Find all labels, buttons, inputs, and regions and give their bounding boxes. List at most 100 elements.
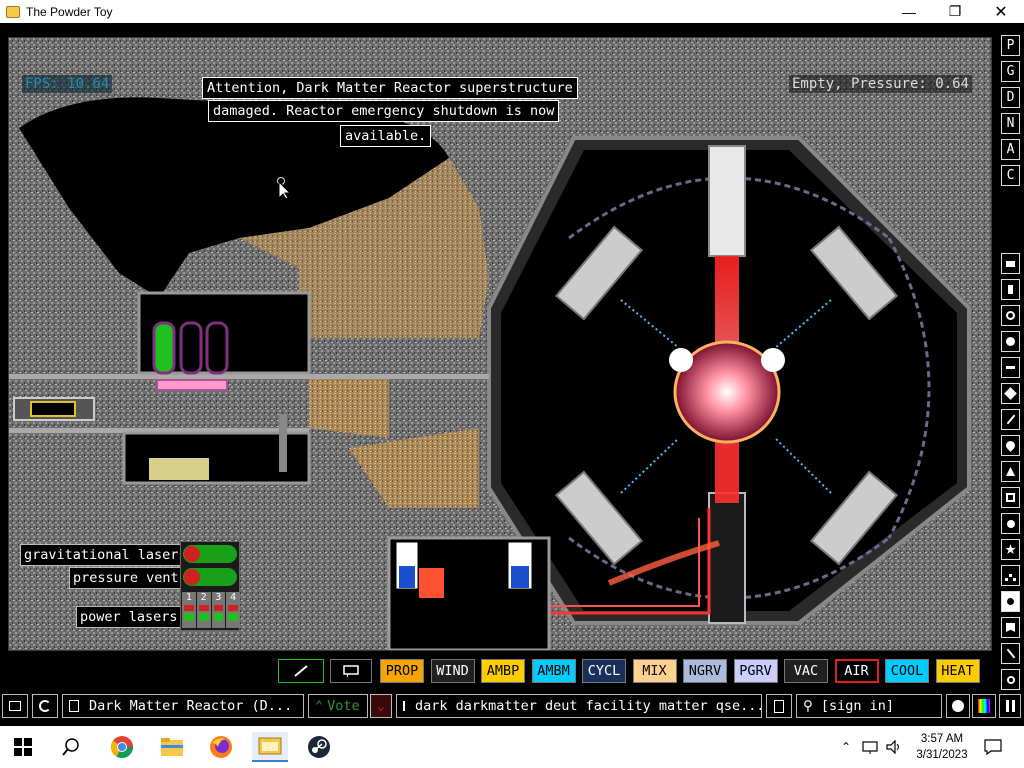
network-icon[interactable] — [858, 732, 882, 762]
folder-icon — [9, 701, 21, 711]
clock-date: 3/31/2023 — [916, 749, 968, 761]
clock-time: 3:57 AM — [920, 733, 964, 745]
maximize-button[interactable]: ❐ — [932, 0, 978, 23]
firefox-logo — [210, 736, 232, 758]
minimize-button[interactable]: — — [886, 0, 932, 23]
search-button[interactable] — [56, 732, 86, 762]
element-prop-button[interactable]: PROP — [380, 659, 424, 683]
save-name-field[interactable]: Dark Matter Reactor (D... — [62, 694, 304, 718]
tags-text: dark darkmatter deut facility matter qse… — [415, 698, 762, 714]
menu-button-c[interactable]: C — [1001, 165, 1020, 186]
save-icon — [69, 700, 79, 712]
element-mix-button[interactable]: MIX — [632, 659, 677, 683]
sign-tool-button[interactable] — [330, 659, 372, 683]
walls-icon[interactable] — [1001, 253, 1020, 274]
start-button[interactable] — [8, 732, 38, 762]
notice-line-3: available. — [340, 125, 432, 147]
gravitational-lasers-switch[interactable] — [183, 545, 237, 563]
powder-toy-logo — [258, 737, 282, 755]
power-laser-4-switch[interactable]: 4 — [226, 592, 240, 628]
life-icon[interactable] — [1001, 565, 1020, 586]
chrome-icon[interactable] — [107, 732, 137, 762]
gases-icon[interactable] — [1001, 409, 1020, 430]
sign-in-button[interactable]: ⚲ [sign in] — [796, 694, 942, 718]
renderer-button[interactable] — [946, 694, 970, 718]
element-ambm-button[interactable]: AMBM — [531, 659, 576, 683]
vote-up-button[interactable]: ⌃ Vote — [308, 694, 368, 718]
eyedropper-tool-button[interactable] — [278, 659, 324, 683]
element-pgrv-button[interactable]: PGRV — [733, 659, 778, 683]
close-button[interactable]: ✕ — [978, 0, 1024, 23]
powder-toy-app-icon — [6, 5, 20, 18]
folder-logo — [161, 738, 183, 756]
element-heat-button[interactable]: HEAT — [935, 659, 980, 683]
force-icon[interactable] — [1001, 357, 1020, 378]
volume-icon[interactable] — [882, 732, 906, 762]
vote-down-button[interactable]: ⌄ — [370, 694, 392, 718]
report-button[interactable] — [766, 694, 792, 718]
element-vac-button[interactable]: VAC — [784, 659, 828, 683]
power-laser-2-switch[interactable]: 2 — [196, 592, 211, 628]
windows-taskbar: ⌃ 3:57 AM 3/31/2023 — [0, 726, 1024, 768]
element-ngrv-button[interactable]: NGRV — [683, 659, 727, 683]
powder-toy-icon[interactable] — [252, 732, 288, 762]
element-wind-button[interactable]: WIND — [430, 659, 475, 683]
sign-icon — [343, 665, 359, 677]
notice-line-2: damaged. Reactor emergency shutdown is n… — [208, 100, 560, 122]
powders-icon[interactable] — [1001, 461, 1020, 482]
radioactive-icon[interactable] — [1001, 513, 1020, 534]
menu-button-d[interactable]: D — [1001, 87, 1020, 108]
notice-line-1: Attention, Dark Matter Reactor superstru… — [202, 77, 578, 99]
tags-field[interactable]: dark darkmatter deut facility matter qse… — [396, 694, 762, 718]
solids-icon[interactable] — [1001, 487, 1020, 508]
menu-button-a[interactable]: A — [1001, 139, 1020, 160]
show-hidden-icons-button[interactable]: ⌃ — [834, 732, 858, 762]
decoration-icon[interactable] — [1001, 643, 1020, 664]
firefox-icon[interactable] — [206, 732, 236, 762]
element-cycl-button[interactable]: CYCL — [582, 659, 626, 683]
tag-icon — [403, 701, 405, 711]
steam-icon[interactable] — [304, 732, 334, 762]
document-icon — [774, 699, 784, 713]
sensors-icon[interactable] — [1001, 331, 1020, 352]
power-laser-3-switch[interactable]: 3 — [211, 592, 226, 628]
chrome-logo — [110, 736, 133, 758]
reload-icon — [39, 700, 51, 712]
system-clock[interactable]: 3:57 AM 3/31/2023 — [912, 731, 972, 763]
element-ambp-button[interactable]: AMBP — [481, 659, 525, 683]
window-title: The Powder Toy — [26, 4, 113, 19]
reactor-control-panel: 1 2 3 4 — [180, 541, 240, 631]
element-cool-button[interactable]: COOL — [885, 659, 929, 683]
menu-button-n[interactable]: N — [1001, 113, 1020, 134]
reload-button[interactable] — [32, 694, 58, 718]
special-icon[interactable] — [1001, 539, 1020, 560]
gravitational-lasers-label: gravitational lasers — [20, 544, 191, 566]
menu-button-p[interactable]: P — [1001, 35, 1020, 56]
eyedropper-icon — [294, 665, 308, 677]
power-laser-switches: 1 2 3 4 — [182, 592, 240, 628]
pressure-vent-switch[interactable] — [183, 568, 237, 586]
open-save-button[interactable] — [2, 694, 28, 718]
pause-button[interactable] — [999, 694, 1021, 718]
power-laser-1-switch[interactable]: 1 — [182, 592, 196, 628]
file-explorer-icon[interactable] — [157, 732, 187, 762]
display-mode-button[interactable] — [972, 694, 996, 718]
tools-icon[interactable] — [1001, 591, 1020, 612]
chevron-up-icon: ⌃ — [840, 740, 852, 754]
key-icon: ⚲ — [803, 698, 813, 714]
rainbow-icon — [978, 699, 990, 713]
favorites-icon[interactable] — [1001, 617, 1020, 638]
power-laser-1-number: 1 — [185, 592, 192, 603]
liquids-icon[interactable] — [1001, 435, 1020, 456]
power-laser-3-number: 3 — [215, 592, 222, 603]
search-icon[interactable] — [1001, 669, 1020, 690]
notifications-button[interactable] — [978, 732, 1008, 762]
taskbar-search-icon — [62, 738, 79, 756]
electronics-icon[interactable] — [1001, 279, 1020, 300]
windows-logo-icon — [14, 738, 32, 756]
element-air-button[interactable]: AIR — [834, 659, 879, 683]
explosives-icon[interactable] — [1001, 383, 1020, 404]
render-mode-icon — [952, 700, 964, 712]
menu-button-g[interactable]: G — [1001, 61, 1020, 82]
powered-icon[interactable] — [1001, 305, 1020, 326]
